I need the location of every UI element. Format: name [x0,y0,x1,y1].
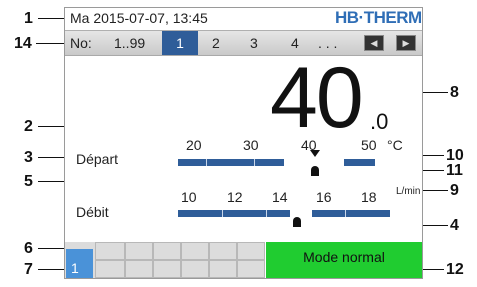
skip-forward-icon[interactable]: ▶ [396,35,416,51]
debit-tick: 18 [361,189,377,205]
flow-pointer [293,217,301,227]
station-cell[interactable] [95,242,125,260]
depart-unit: °C [387,137,403,153]
depart-label: Départ [76,151,119,167]
brand-logo: HB·THERM [335,8,422,27]
debit-tick: 16 [316,189,332,205]
debit-band [290,210,312,217]
skip-back-icon[interactable]: ◀ [364,35,384,51]
temperature-decimal: .0 [370,109,389,134]
station-cell[interactable] [181,260,209,278]
callout-2: 2 [24,118,33,135]
callout-4: 4 [450,217,459,234]
nav-item-4[interactable]: 4 [291,35,299,51]
status-bar: Ma 2015-07-07, 13:45 HB·THERM [65,8,422,28]
nav-item-3[interactable]: 3 [250,35,258,51]
scale-separator [206,159,207,166]
nav-more[interactable]: . . . [318,35,337,51]
station-cell[interactable] [237,242,265,260]
station-cell[interactable] [125,260,153,278]
callout-11: 11 [446,162,463,179]
depart-band [284,159,344,166]
station-cell[interactable] [209,260,237,278]
scale-separator [222,210,223,217]
date-time: Ma 2015-07-07, 13:45 [70,10,208,26]
callout-7: 7 [24,261,33,278]
debit-tick: 14 [272,189,288,205]
station-cell[interactable] [125,242,153,260]
callout-3: 3 [24,149,33,166]
debit-unit: L/min [396,186,421,197]
station-cell[interactable] [237,260,265,278]
depart-scale-bar [178,159,375,166]
leader-line [38,18,66,19]
nav-item-1-selected[interactable]: 1 [162,31,198,55]
mode-status-button[interactable]: Mode normal [266,242,422,278]
depart-tick: 20 [186,137,202,153]
leader-line [420,190,448,191]
setpoint-marker [310,150,320,157]
scale-separator [254,159,255,166]
scale-separator [266,210,267,217]
depart-tick: 50 [361,137,377,153]
temperature-actual: 40 [270,50,364,146]
callout-14: 14 [14,35,32,52]
active-station-button[interactable]: 1 [66,249,93,278]
nav-range[interactable]: 1..99 [114,35,145,51]
station-cell[interactable] [153,242,181,260]
callout-8: 8 [450,84,459,101]
debit-tick: 12 [227,189,243,205]
leader-line [36,43,66,44]
debit-scale-bar [178,210,390,217]
callout-9: 9 [450,182,459,199]
depart-tick: 30 [243,137,259,153]
nav-label: No: [70,35,92,51]
debit-tick: 10 [181,189,197,205]
station-cell[interactable] [153,260,181,278]
actual-value-pointer [311,166,319,176]
callout-1: 1 [24,10,33,27]
station-cell[interactable] [209,242,237,260]
callout-5: 5 [24,173,33,190]
station-cell[interactable] [95,260,125,278]
nav-item-2[interactable]: 2 [212,35,220,51]
callout-6: 6 [24,240,33,257]
scale-separator [345,210,346,217]
callout-12: 12 [446,261,464,278]
debit-label: Débit [76,204,109,220]
station-cell[interactable] [181,242,209,260]
